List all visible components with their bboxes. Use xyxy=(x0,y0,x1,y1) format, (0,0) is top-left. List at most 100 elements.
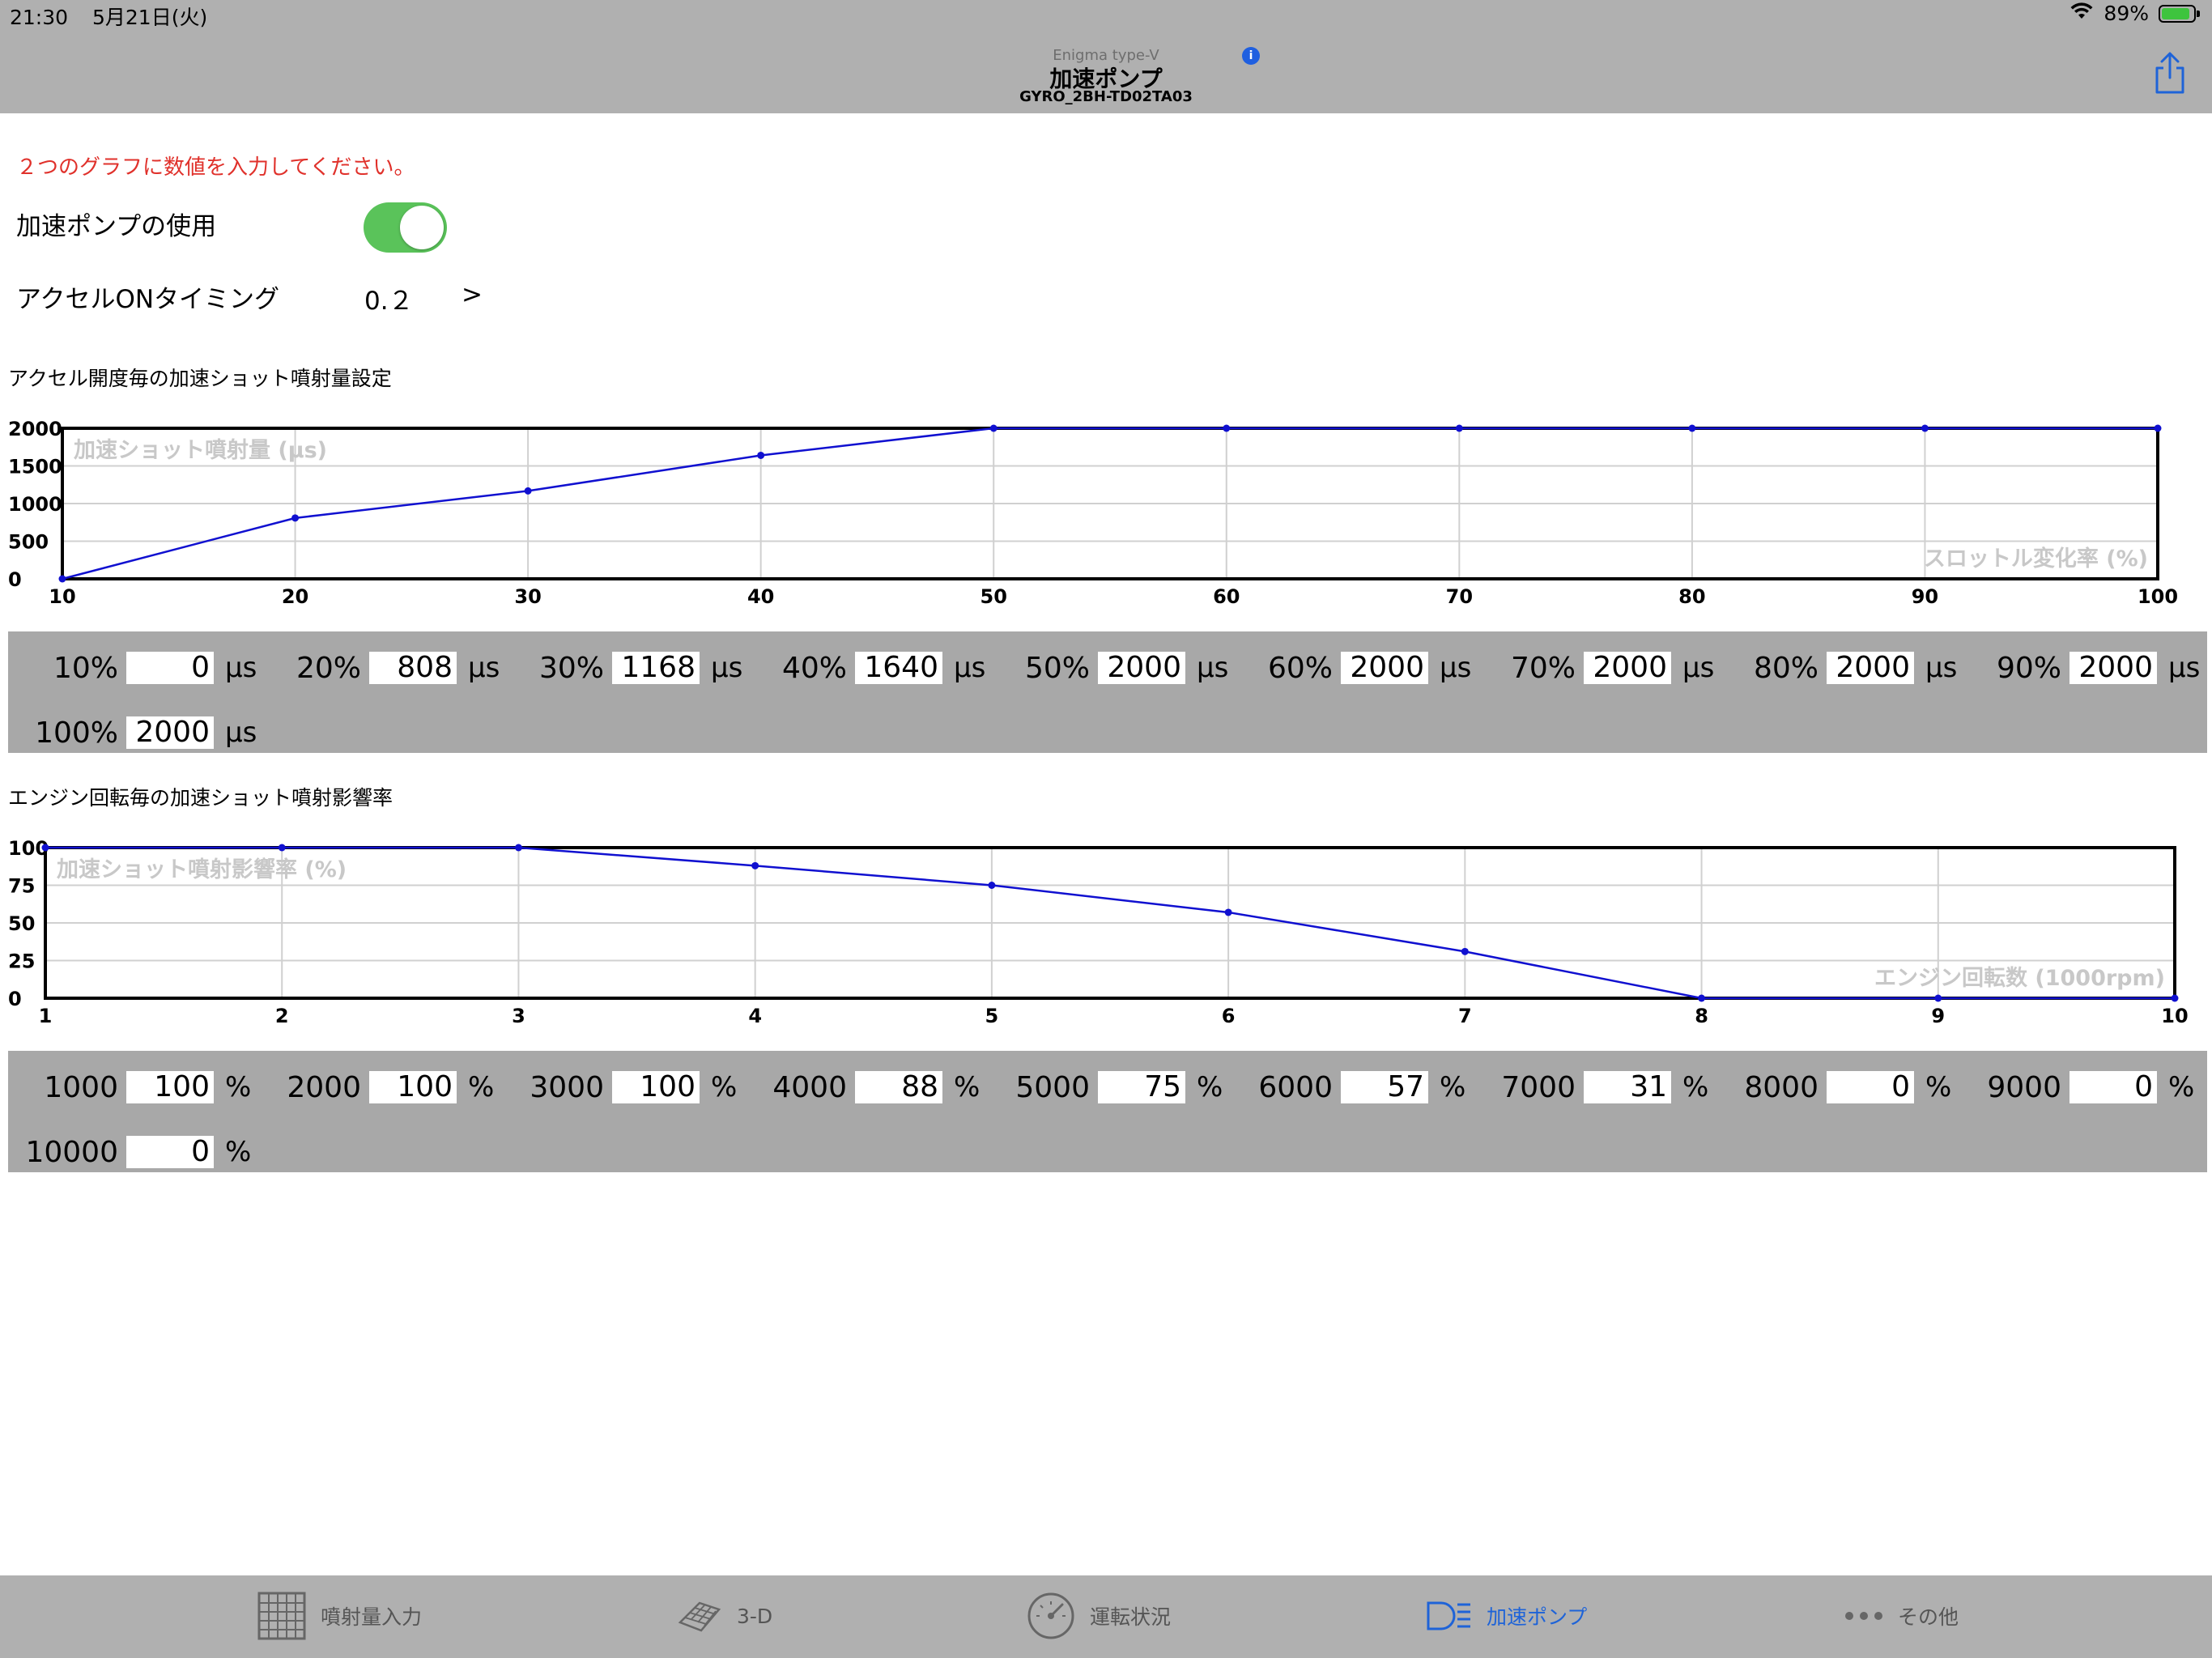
data-point xyxy=(1934,994,1942,1002)
value-input[interactable]: 2000 xyxy=(1341,652,1428,684)
input-label: 5000 xyxy=(1015,1070,1090,1104)
data-point xyxy=(1698,994,1706,1002)
input-label: 50% xyxy=(1024,651,1090,685)
input-label: 30% xyxy=(538,651,604,685)
status-time: 21:30 xyxy=(10,6,69,29)
value-input[interactable]: 100 xyxy=(369,1071,457,1103)
tab-label: 加速ポンプ xyxy=(1487,1605,1588,1629)
data-point xyxy=(751,861,759,869)
input-cell: 3000 100% xyxy=(500,1069,737,1105)
x-tick-label: 1 xyxy=(39,1005,53,1027)
tab-other[interactable]: その他 xyxy=(1844,1590,1959,1642)
rpm-input-panel: 1000 100% 2000 100% 3000 100% 4000 88% 5000 75% 60… xyxy=(8,1051,2207,1172)
battery-percent: 89% xyxy=(2104,2,2149,25)
data-point xyxy=(1921,424,1929,432)
value-input[interactable]: 31 xyxy=(1584,1071,1671,1103)
pump-use-toggle[interactable] xyxy=(364,202,447,253)
value-input[interactable]: 2000 xyxy=(2069,652,2157,684)
x-tick-label: 5 xyxy=(985,1005,999,1027)
value-input[interactable]: 2000 xyxy=(126,716,214,749)
input-label: 60% xyxy=(1267,651,1333,685)
share-icon[interactable] xyxy=(2152,50,2188,96)
unit-label: % xyxy=(1197,1071,1223,1103)
input-label: 70% xyxy=(1510,651,1576,685)
tab-label: 3-D xyxy=(737,1604,773,1628)
value-input[interactable]: 2000 xyxy=(1098,652,1185,684)
value-input[interactable]: 75 xyxy=(1098,1071,1185,1103)
x-tick-label: 60 xyxy=(1213,585,1240,608)
status-bar-right: 89% xyxy=(2069,2,2200,25)
value-input[interactable]: 2000 xyxy=(1584,652,1671,684)
accel-timing-label: アクセルONタイミング xyxy=(16,285,280,314)
tab-3d[interactable]: 3-D xyxy=(677,1590,772,1642)
tab-bar: 噴射量入力 3-D 運転状況 加速ポンプ その他 xyxy=(0,1575,2212,1658)
unit-label: % xyxy=(225,1071,252,1103)
input-cell: 9000 0% xyxy=(1958,1069,2194,1105)
data-point xyxy=(1223,424,1231,432)
unit-label: % xyxy=(711,1071,738,1103)
x-tick-label: 90 xyxy=(1912,585,1938,608)
input-cell: 90% 2000 µs xyxy=(1958,650,2200,686)
value-input[interactable]: 88 xyxy=(855,1071,942,1103)
value-input[interactable]: 0 xyxy=(2069,1071,2157,1103)
x-tick-label: 7 xyxy=(1458,1005,1472,1027)
input-cell: 6000 57% xyxy=(1229,1069,1465,1105)
data-point xyxy=(989,424,998,432)
x-tick-label: 20 xyxy=(282,585,308,608)
input-label: 90% xyxy=(1996,651,2061,685)
grid-table-icon xyxy=(257,1592,306,1640)
value-input[interactable]: 2000 xyxy=(1827,652,1914,684)
tab-label: 噴射量入力 xyxy=(321,1605,423,1629)
y-tick-label: 1500 xyxy=(8,456,62,478)
unit-label: % xyxy=(1925,1071,1952,1103)
toggle-knob xyxy=(400,206,444,249)
tab-driving-status[interactable]: 運転状況 xyxy=(1027,1590,1171,1642)
value-input[interactable]: 1640 xyxy=(855,652,942,684)
tab-injection-input[interactable]: 噴射量入力 xyxy=(257,1590,422,1642)
unit-label: % xyxy=(1440,1071,1466,1103)
data-point xyxy=(278,844,286,852)
chevron-right-icon[interactable]: > xyxy=(462,280,483,309)
tab-accel-pump[interactable]: 加速ポンプ xyxy=(1425,1590,1587,1642)
3d-mesh-icon xyxy=(678,1601,721,1632)
data-point xyxy=(524,487,532,495)
input-label: 40% xyxy=(781,651,847,685)
unit-label: µs xyxy=(1197,652,1229,684)
throttle-injection-chart[interactable]: 2000 1500 1000 500 0 10 20 30 40 50 60 70 80 90 100 加速シ… xyxy=(0,405,2212,623)
y-tick-label: 1000 xyxy=(8,493,62,516)
unit-label: % xyxy=(2168,1071,2195,1103)
value-input[interactable]: 100 xyxy=(612,1071,700,1103)
unit-label: % xyxy=(225,1136,252,1168)
throttle-input-panel: 10% 0 µs 20% 808 µs 30% 1168 µs 40% 1640 µs 50% 2000 µ… xyxy=(8,631,2207,753)
x-tick-label: 10 xyxy=(49,585,75,608)
x-tick-label: 4 xyxy=(748,1005,762,1027)
value-input[interactable]: 808 xyxy=(369,652,457,684)
y-tick-label: 2000 xyxy=(8,418,62,440)
y-tick-label: 0 xyxy=(8,988,22,1010)
x-tick-label: 50 xyxy=(981,585,1007,608)
value-input[interactable]: 100 xyxy=(126,1071,214,1103)
battery-icon xyxy=(2159,4,2200,23)
value-input[interactable]: 1168 xyxy=(612,652,700,684)
unit-label: % xyxy=(468,1071,495,1103)
value-input[interactable]: 0 xyxy=(126,652,214,684)
accel-timing-value[interactable]: 0.２ xyxy=(364,280,414,317)
unit-label: µs xyxy=(1682,652,1715,684)
pump-use-label: 加速ポンプの使用 xyxy=(16,212,217,241)
rpm-influence-chart[interactable]: 10075502501 2 3 4 5 6 7 8 9 10加速ショット噴射影響率 (%)エンジン… xyxy=(0,824,2212,1043)
unit-label: µs xyxy=(711,652,743,684)
input-label: 6000 xyxy=(1258,1070,1333,1104)
value-input[interactable]: 0 xyxy=(126,1136,214,1168)
tab-label: 運転状況 xyxy=(1090,1605,1172,1629)
y-tick-label: 25 xyxy=(8,950,35,973)
data-point xyxy=(988,882,996,889)
value-input[interactable]: 0 xyxy=(1827,1071,1914,1103)
info-icon[interactable]: i xyxy=(1242,47,1260,65)
value-input[interactable]: 57 xyxy=(1341,1071,1428,1103)
data-point xyxy=(58,575,66,583)
input-cell: 10000 0% xyxy=(15,1134,251,1170)
y-axis-label: 加速ショット噴射影響率 (%) xyxy=(57,857,347,882)
headlight-icon xyxy=(1427,1601,1470,1630)
unit-label: µs xyxy=(1925,652,1958,684)
section-title-rpm: エンジン回転毎の加速ショット噴射影響率 xyxy=(8,786,393,810)
